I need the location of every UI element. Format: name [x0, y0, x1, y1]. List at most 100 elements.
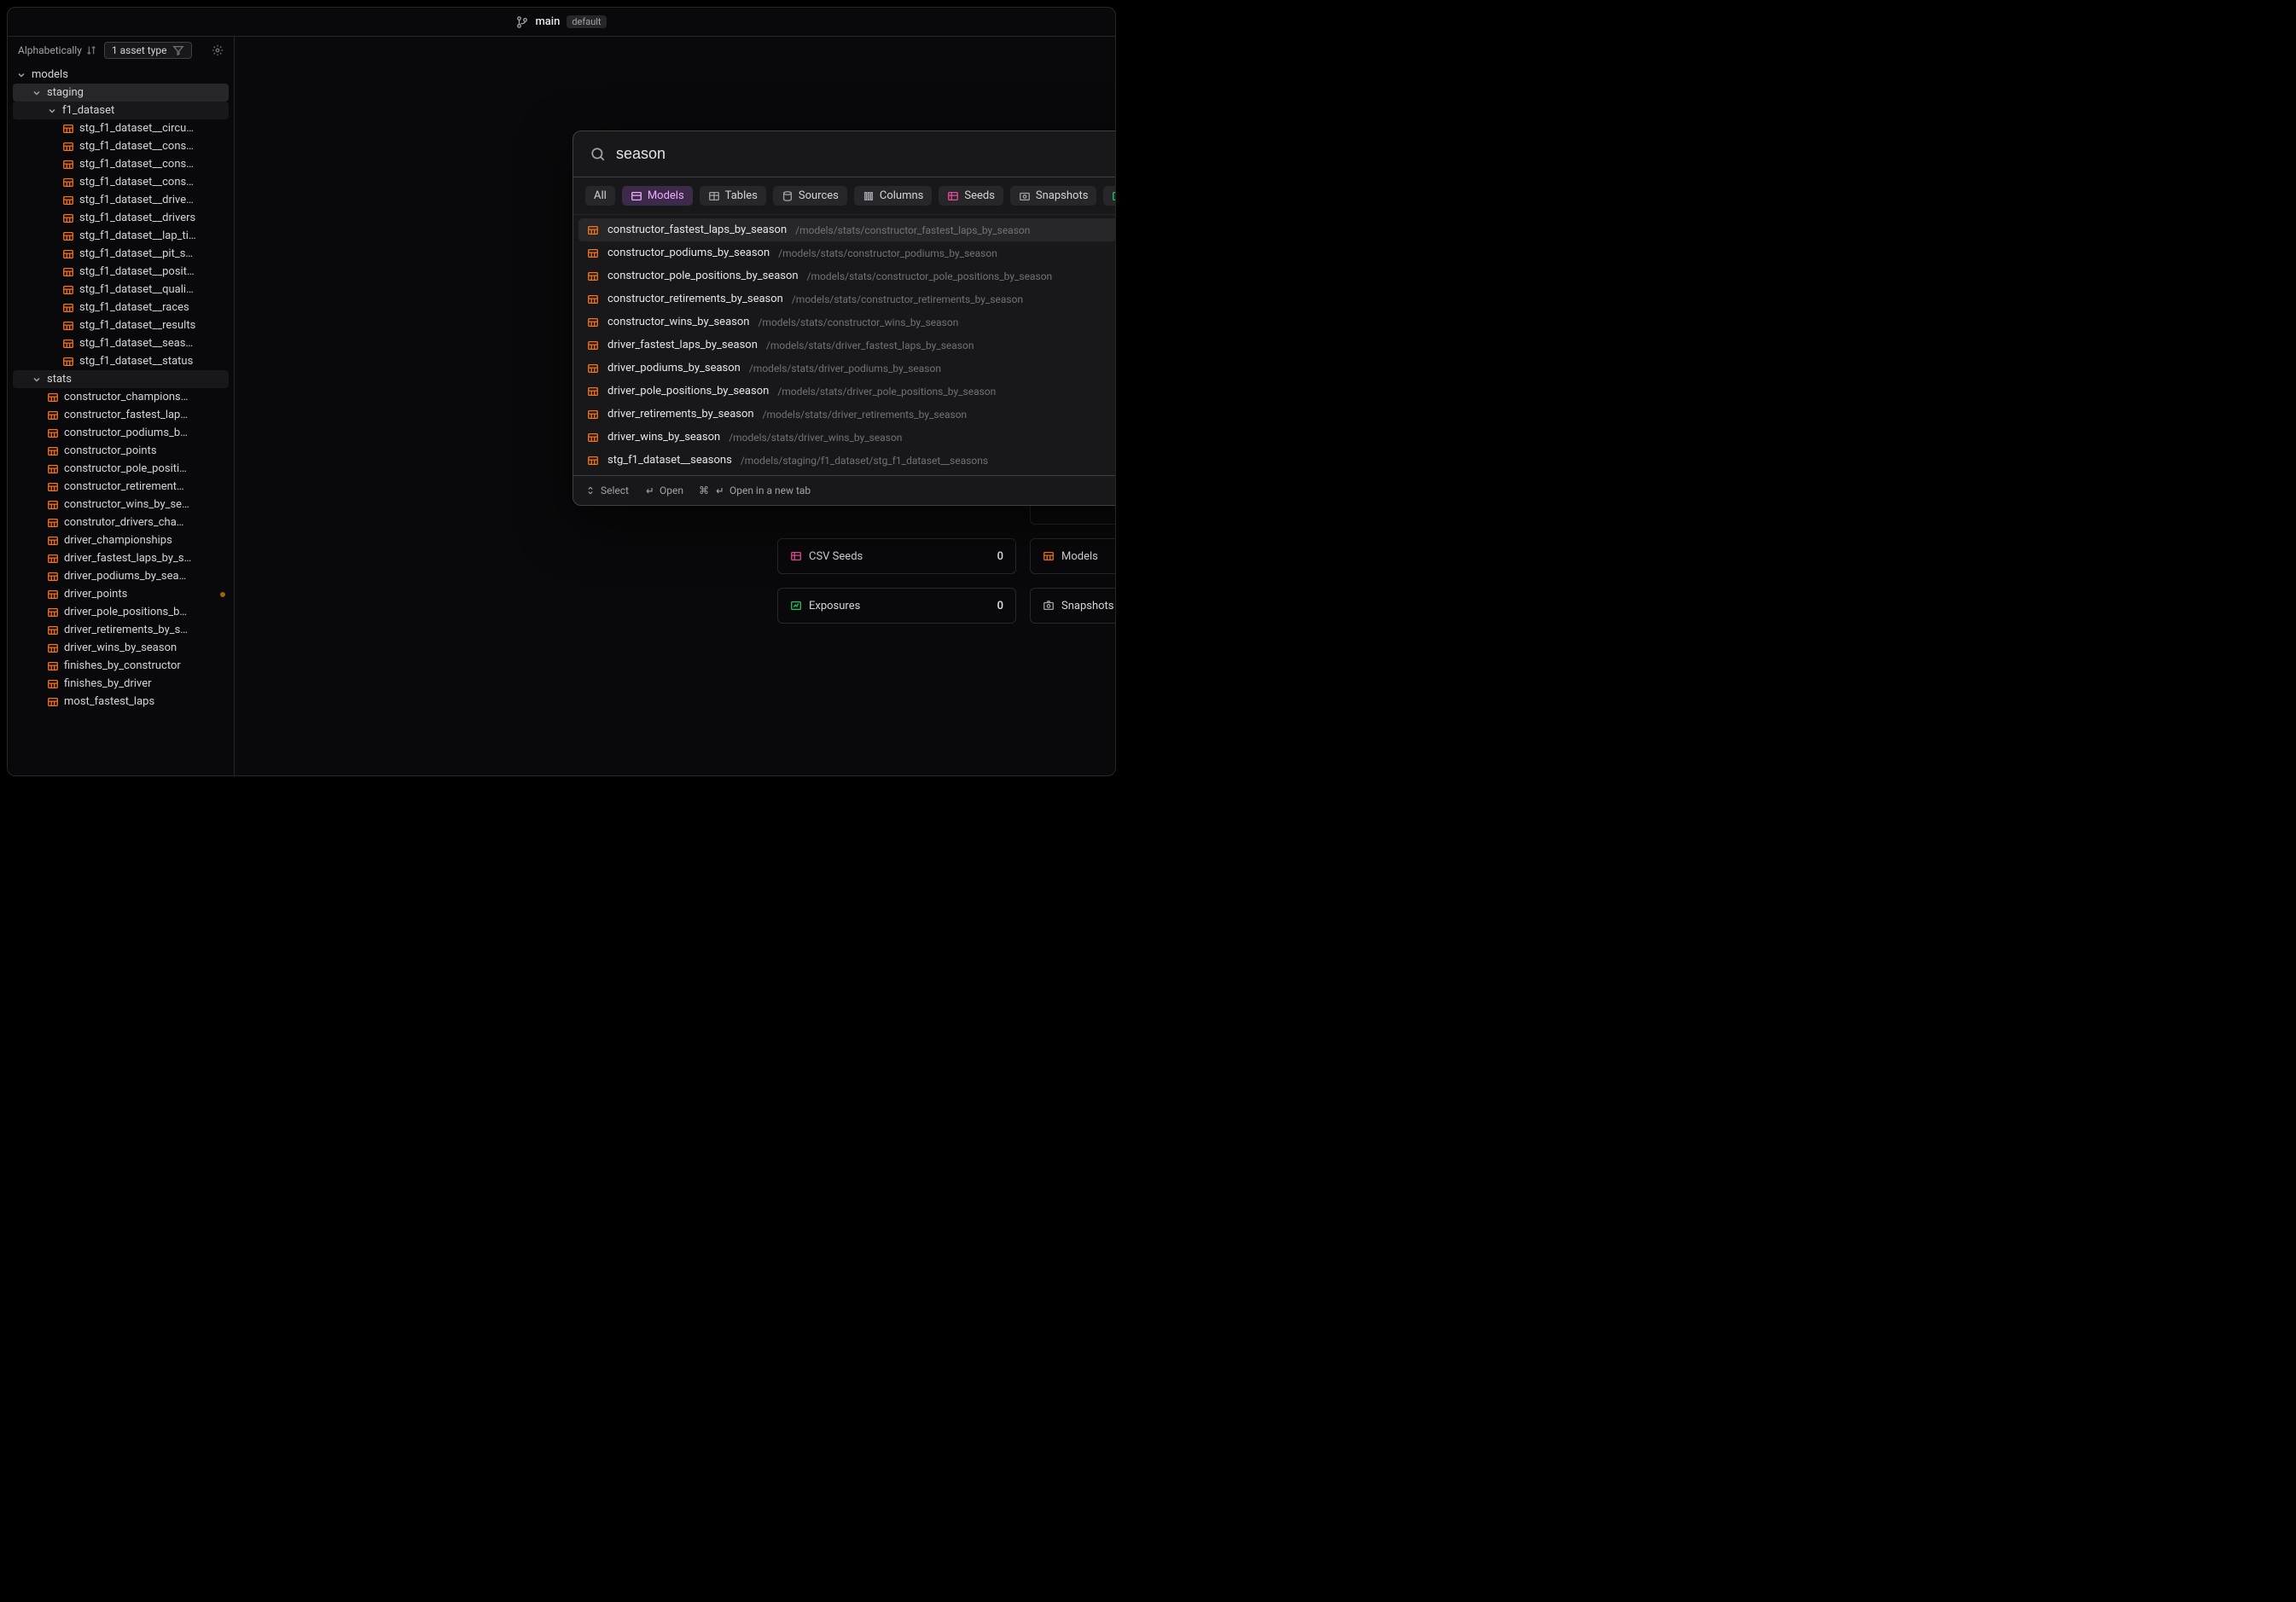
tree-row[interactable]: driver_podiums_by_sea…	[13, 567, 229, 585]
model-icon	[62, 356, 74, 368]
palette-result[interactable]: driver_podiums_by_season/models/stats/dr…	[578, 357, 1116, 380]
tree-row[interactable]: stg_f1_dataset__quali…	[13, 281, 229, 299]
tree-row[interactable]: models	[13, 66, 229, 84]
palette-result[interactable]: stg_f1_dataset__seasons/models/staging/f…	[578, 449, 1116, 472]
tree-row[interactable]: finishes_by_constructor	[13, 657, 229, 675]
filter-chip-models[interactable]: Models	[622, 186, 693, 206]
item-label: construtor_drivers_cha…	[64, 516, 183, 529]
tree-row[interactable]: constructor_fastest_lap…	[13, 406, 229, 424]
branch-name[interactable]: main	[535, 15, 560, 28]
model-icon	[587, 409, 599, 421]
tree-row[interactable]: stg_f1_dataset__pit_s…	[13, 245, 229, 263]
folder-label: models	[32, 68, 68, 81]
model-icon	[47, 463, 59, 475]
tree-row[interactable]: driver_wins_by_season	[13, 639, 229, 657]
model-icon	[47, 696, 59, 708]
palette-result[interactable]: constructor_fastest_laps_by_season/model…	[578, 218, 1116, 241]
palette-result[interactable]: constructor_retirements_by_season/models…	[578, 287, 1116, 311]
item-label: finishes_by_driver	[64, 677, 152, 690]
filter-chip-sources[interactable]: Sources	[773, 186, 847, 206]
tree-row[interactable]: most_fastest_laps	[13, 693, 229, 711]
tree-row[interactable]: driver_retirements_by_s…	[13, 621, 229, 639]
tree-row[interactable]: stg_f1_dataset__drive…	[13, 191, 229, 209]
model-icon	[62, 338, 74, 350]
palette-filters: All Models Tables Sources Columns Seeds Snapsh…	[573, 177, 1116, 215]
stat-card-snapshots[interactable]: Snapshots 0	[1030, 588, 1116, 624]
model-icon	[587, 316, 599, 328]
tree-row[interactable]: stg_f1_dataset__cons…	[13, 155, 229, 173]
tree-row[interactable]: stg_f1_dataset__races	[13, 299, 229, 316]
model-icon	[62, 248, 74, 260]
tree-row[interactable]: stg_f1_dataset__cons…	[13, 137, 229, 155]
tree-row[interactable]: stg_f1_dataset__lap_ti…	[13, 227, 229, 245]
model-icon	[47, 481, 59, 493]
git-branch-icon	[516, 16, 528, 28]
palette-search-input[interactable]	[616, 145, 1116, 163]
topbar: main default	[8, 8, 1115, 37]
model-icon	[587, 455, 599, 467]
palette-result[interactable]: constructor_podiums_by_season/models/sta…	[578, 241, 1116, 264]
model-icon	[47, 660, 59, 672]
model-icon	[62, 302, 74, 314]
item-label: stg_f1_dataset__quali…	[79, 283, 194, 296]
stat-card-seeds[interactable]: CSV Seeds 0	[777, 538, 1016, 574]
item-label: stg_f1_dataset__posit…	[79, 265, 195, 278]
asset-type-filter[interactable]: 1 asset type	[104, 42, 192, 59]
sort-dropdown[interactable]: Alphabetically	[18, 44, 97, 56]
tree-row[interactable]: stg_f1_dataset__cons…	[13, 173, 229, 191]
model-icon	[62, 212, 74, 224]
tree-row[interactable]: stg_f1_dataset__status	[13, 352, 229, 370]
tree-row[interactable]: driver_pole_positions_b…	[13, 603, 229, 621]
filter-icon	[172, 44, 184, 56]
tree-row[interactable]: stats	[13, 370, 229, 388]
tree-row[interactable]: driver_points	[13, 585, 229, 603]
palette-result[interactable]: driver_wins_by_season/models/stats/drive…	[578, 426, 1116, 449]
palette-result[interactable]: driver_retirements_by_season/models/stat…	[578, 403, 1116, 426]
stat-card-models[interactable]: Models 39 ( 1 )	[1030, 538, 1116, 574]
model-icon	[587, 270, 599, 282]
footer-open-tab: ⌘ Open in a new tab	[699, 485, 811, 496]
enter-icon	[644, 485, 654, 496]
tree-row[interactable]: f1_dataset	[13, 102, 229, 119]
status-dot-icon	[220, 592, 225, 597]
filter-chip-seeds[interactable]: Seeds	[939, 186, 1003, 206]
model-icon	[47, 642, 59, 654]
tree-row[interactable]: construtor_drivers_cha…	[13, 514, 229, 531]
tree-row[interactable]: staging	[13, 84, 229, 102]
tree-row[interactable]: stg_f1_dataset__seas…	[13, 334, 229, 352]
tree-row[interactable]: constructor_pole_positi…	[13, 460, 229, 478]
tree-row[interactable]: constructor_points	[13, 442, 229, 460]
sidebar-toolbar: Alphabetically 1 asset type	[8, 37, 234, 64]
updown-icon	[585, 485, 596, 496]
filter-chip-snapshots[interactable]: Snapshots	[1010, 186, 1097, 206]
filter-chip-columns[interactable]: Columns	[854, 186, 933, 206]
palette-footer: Select Open ⌘ Open in a new tab	[573, 475, 1116, 505]
footer-open: Open	[644, 485, 683, 496]
tree-row[interactable]: stg_f1_dataset__results	[13, 316, 229, 334]
tree-row[interactable]: driver_championships	[13, 531, 229, 549]
item-label: constructor_fastest_lap…	[64, 409, 188, 421]
tree-row[interactable]: constructor_podiums_b…	[13, 424, 229, 442]
folder-label: f1_dataset	[62, 104, 114, 117]
filter-chip-exposures[interactable]: Exposures	[1103, 186, 1116, 206]
tree-row[interactable]: constructor_champions…	[13, 388, 229, 406]
tree-row[interactable]: constructor_retirement…	[13, 478, 229, 496]
gear-icon[interactable]	[212, 44, 224, 56]
item-label: driver_podiums_by_sea…	[64, 570, 186, 583]
palette-result[interactable]: driver_fastest_laps_by_season/models/sta…	[578, 334, 1116, 357]
tree-row[interactable]: stg_f1_dataset__circu…	[13, 119, 229, 137]
tree-row[interactable]: finishes_by_driver	[13, 675, 229, 693]
file-tree[interactable]: models staging f1_dataset stg_f1_dataset__c…	[8, 64, 234, 775]
tree-row[interactable]: constructor_wins_by_se…	[13, 496, 229, 514]
filter-chip-tables[interactable]: Tables	[700, 186, 766, 206]
filter-chip-all[interactable]: All	[585, 186, 615, 206]
palette-result[interactable]: constructor_wins_by_season/models/stats/…	[578, 311, 1116, 334]
enter-icon	[714, 485, 724, 496]
tree-row[interactable]: driver_fastest_laps_by_s…	[13, 549, 229, 567]
item-label: stg_f1_dataset__pit_s…	[79, 247, 193, 260]
tree-row[interactable]: stg_f1_dataset__drivers	[13, 209, 229, 227]
tree-row[interactable]: stg_f1_dataset__posit…	[13, 263, 229, 281]
palette-result[interactable]: driver_pole_positions_by_season/models/s…	[578, 380, 1116, 403]
palette-result[interactable]: constructor_pole_positions_by_season/mod…	[578, 264, 1116, 287]
stat-card-exposures[interactable]: Exposures 0	[777, 588, 1016, 624]
